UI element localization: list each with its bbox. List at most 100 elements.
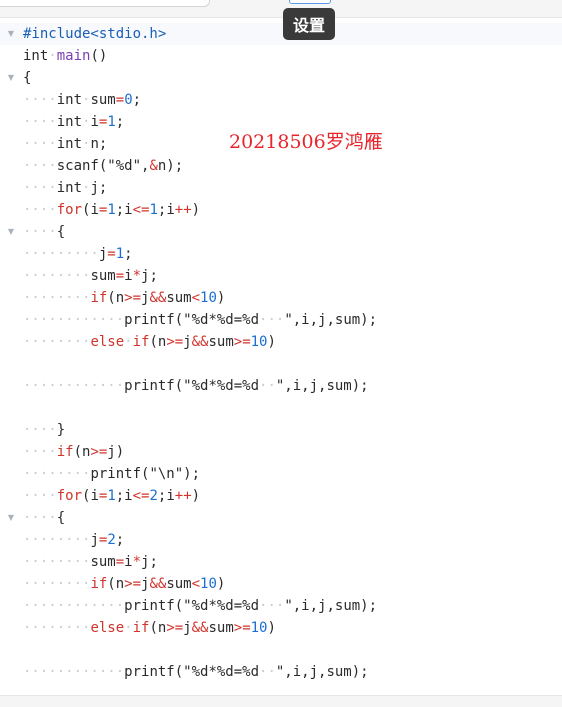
- code-text: ············printf("%d*%d=%d··",i,j,sum)…: [23, 375, 369, 397]
- code-token: <: [191, 290, 201, 306]
- code-line[interactable]: ····for(i=1;i<=1;i++): [0, 199, 562, 221]
- fold-arrow-icon[interactable]: ▼: [6, 221, 16, 243]
- code-editor[interactable]: ▼ #include<stdio.h> int·main() ▼{····int·su…: [0, 23, 562, 683]
- code-token: j: [183, 620, 192, 636]
- indent-whitespace: ····: [23, 422, 57, 438]
- code-token: ",i,j,sum);: [275, 664, 369, 680]
- code-line[interactable]: ········j=2;: [0, 529, 562, 551]
- indent-whitespace: ········: [23, 268, 91, 284]
- code-token: >=: [233, 620, 251, 636]
- code-token: {: [56, 510, 66, 526]
- code-token: {: [56, 224, 66, 240]
- code-line[interactable]: [0, 353, 562, 375]
- code-text: ············printf("%d*%d=%d···",i,j,sum…: [23, 309, 377, 331]
- code-token: <=: [132, 488, 150, 504]
- code-text: ········else·if(n>=j&&sum>=10): [23, 331, 276, 353]
- code-token: i: [90, 114, 99, 130]
- code-line[interactable]: ▼ #include<stdio.h>: [0, 23, 562, 45]
- code-token: &&: [191, 334, 209, 350]
- code-token: int: [56, 114, 83, 130]
- code-token: if: [132, 620, 150, 636]
- code-token: j;: [141, 268, 158, 284]
- code-token: 1: [149, 202, 158, 218]
- code-text: ····if(n>=j): [23, 441, 124, 463]
- code-line[interactable]: ········printf("\n");: [0, 463, 562, 485]
- code-token: (i: [82, 488, 99, 504]
- code-line[interactable]: ▼ ····{: [0, 507, 562, 529]
- code-token: ): [216, 576, 226, 592]
- code-line[interactable]: ········sum=i*j;: [0, 551, 562, 573]
- code-line[interactable]: ▼ ····{: [0, 221, 562, 243]
- code-text: ····}: [23, 419, 65, 441]
- code-line[interactable]: ············printf("%d*%d=%d··",i,j,sum)…: [0, 661, 562, 683]
- fold-arrow-icon[interactable]: ▼: [6, 23, 16, 45]
- code-text: ············printf("%d*%d=%d··",i,j,sum)…: [23, 661, 369, 683]
- code-token: j: [90, 532, 99, 548]
- code-text: int·main(): [23, 45, 107, 67]
- code-line[interactable]: ········if(n>=j&&sum<10): [0, 287, 562, 309]
- code-text: ········j=2;: [23, 529, 124, 551]
- code-token: j;: [90, 180, 108, 196]
- fold-arrow-icon[interactable]: ▼: [6, 67, 16, 89]
- indent-whitespace: ····: [23, 158, 57, 174]
- code-text: {: [23, 67, 31, 89]
- code-line[interactable]: ········else·if(n>=j&&sum>=10): [0, 617, 562, 639]
- code-token: else: [90, 334, 125, 350]
- code-token: sum: [90, 92, 116, 108]
- code-token: sum: [90, 268, 116, 284]
- code-token: {: [23, 70, 32, 86]
- code-token: printf("%d*%d=%d: [124, 378, 260, 394]
- watermark-text: 20218506罗鸿雁: [229, 131, 383, 153]
- code-line[interactable]: ····int·j;: [0, 177, 562, 199]
- code-text: ····for(i=1;i<=1;i++): [23, 199, 200, 221]
- code-line[interactable]: ····int·sum=0;: [0, 89, 562, 111]
- code-line[interactable]: ·········j=1;: [0, 243, 562, 265]
- code-token: ··: [259, 378, 276, 394]
- code-line[interactable]: [0, 397, 562, 419]
- code-token: ···: [259, 598, 285, 614]
- code-token: sum: [166, 290, 192, 306]
- code-text: ········sum=i*j;: [23, 551, 158, 573]
- code-token: if: [132, 334, 150, 350]
- code-token: =: [115, 268, 125, 284]
- code-line[interactable]: [0, 639, 562, 661]
- code-line[interactable]: ············printf("%d*%d=%d···",i,j,sum…: [0, 309, 562, 331]
- code-line[interactable]: ········else·if(n>=j&&sum>=10): [0, 331, 562, 353]
- code-token: (n: [149, 334, 167, 350]
- code-line[interactable]: ▼{: [0, 67, 562, 89]
- code-token: n);: [157, 158, 184, 174]
- code-line[interactable]: ····for(i=1;i<=2;i++): [0, 485, 562, 507]
- code-text: ····scanf("%d",&n);: [23, 155, 183, 177]
- code-token: (): [90, 48, 108, 64]
- code-line[interactable]: ············printf("%d*%d=%d··",i,j,sum)…: [0, 375, 562, 397]
- code-token: ;i: [157, 202, 175, 218]
- code-line[interactable]: ········if(n>=j&&sum<10): [0, 573, 562, 595]
- code-line[interactable]: ········sum=i*j;: [0, 265, 562, 287]
- indent-whitespace: ····: [23, 136, 57, 152]
- settings-button[interactable]: [289, 0, 331, 4]
- editor-bottom-bar: [0, 695, 562, 707]
- code-line[interactable]: ····if(n>=j): [0, 441, 562, 463]
- code-token: &&: [149, 576, 167, 592]
- code-token: (n: [149, 620, 167, 636]
- code-token: 1: [107, 488, 116, 504]
- code-line[interactable]: ····}: [0, 419, 562, 441]
- code-token: ++: [174, 202, 192, 218]
- code-token: int: [56, 180, 83, 196]
- code-text: ·········j=1;: [23, 243, 133, 265]
- code-token: ",i,j,sum);: [284, 312, 378, 328]
- code-token: =: [115, 92, 125, 108]
- search-input[interactable]: [0, 0, 210, 7]
- code-token: ·: [124, 334, 133, 350]
- code-line[interactable]: ············printf("%d*%d=%d···",i,j,sum…: [0, 595, 562, 617]
- fold-arrow-icon[interactable]: ▼: [6, 507, 16, 529]
- indent-whitespace: ············: [23, 312, 125, 328]
- indent-whitespace: ············: [23, 664, 125, 680]
- code-token: ): [191, 202, 201, 218]
- code-text: ········if(n>=j&&sum<10): [23, 573, 225, 595]
- code-line[interactable]: ····scanf("%d",&n);: [0, 155, 562, 177]
- code-line[interactable]: int·main(): [0, 45, 562, 67]
- code-token: j: [183, 334, 192, 350]
- code-token: j): [107, 444, 125, 460]
- code-token: 10: [200, 290, 217, 306]
